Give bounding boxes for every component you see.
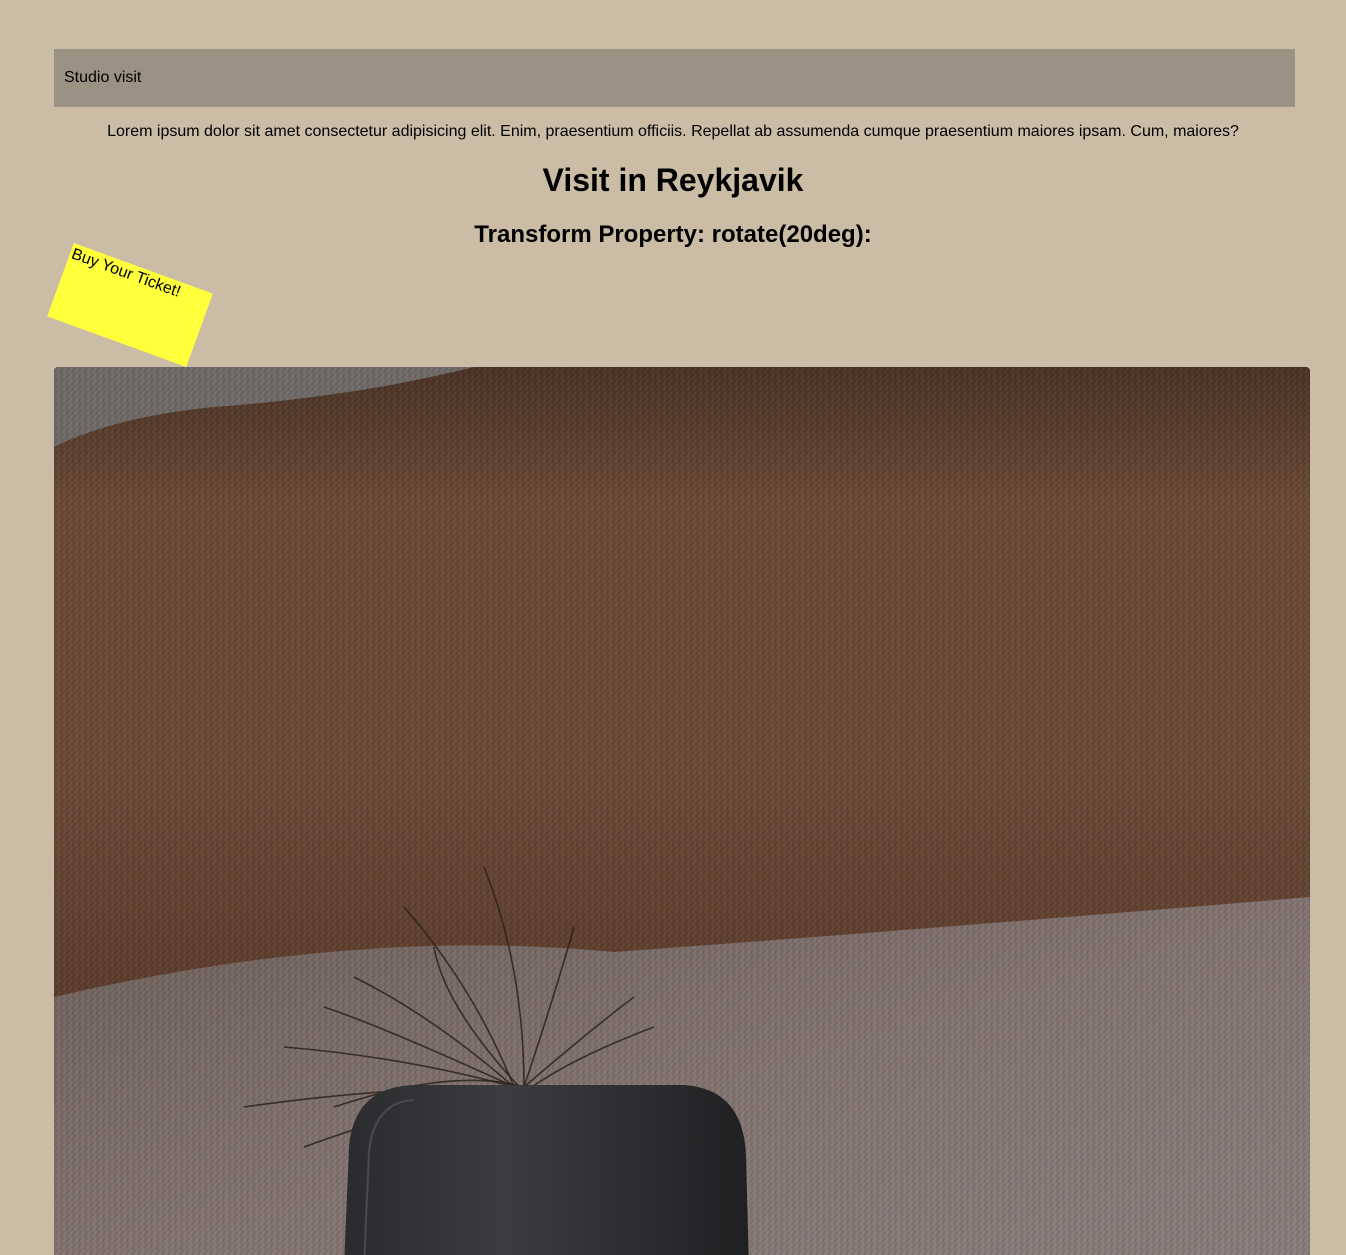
intro-paragraph: Lorem ipsum dolor sit amet consectetur a… [107, 123, 1239, 140]
page-subtitle: Transform Property: rotate(20deg): [474, 221, 872, 248]
buy-ticket-label: Buy Your Ticket! [69, 245, 183, 301]
buy-ticket-button[interactable]: Buy Your Ticket! [47, 243, 213, 367]
studio-photo [54, 367, 1310, 1255]
page: Studio visit Lorem ipsum dolor sit amet … [0, 0, 1346, 1255]
page-title: Visit in Reykjavik [542, 162, 804, 198]
header-title: Studio visit [64, 69, 142, 86]
header-bar: Studio visit [54, 49, 1295, 107]
